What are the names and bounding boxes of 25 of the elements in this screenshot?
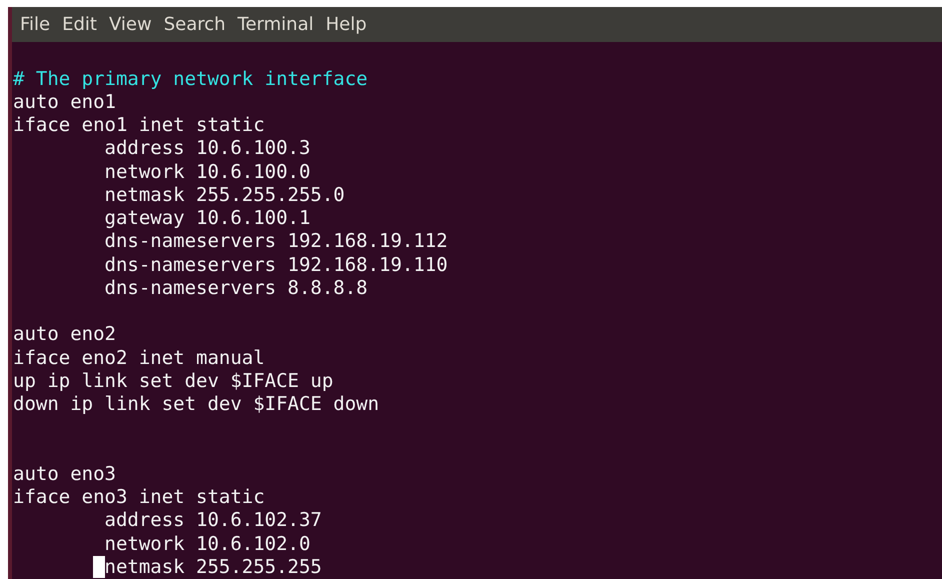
- config-line: dns-nameservers 8.8.8.8: [104, 276, 368, 300]
- config-line: iface eno1 inet static: [13, 114, 265, 138]
- config-line: up ip link set dev $IFACE up: [13, 370, 334, 393]
- config-line: iface eno2 inet manual: [13, 346, 265, 370]
- config-line: netmask 255.255.255.0: [104, 184, 345, 207]
- menu-item[interactable]: Help: [326, 11, 367, 38]
- menu-item[interactable]: File: [20, 11, 50, 38]
- config-line: dns-nameservers 192.168.19.110: [104, 254, 448, 277]
- config-line: address 10.6.100.3: [104, 137, 310, 160]
- config-line: auto eno1: [13, 90, 116, 114]
- config-line: netmask 255.255.255: [104, 556, 322, 579]
- menu-item[interactable]: Terminal: [238, 11, 314, 38]
- config-line: auto eno2: [13, 323, 116, 346]
- config-line: dns-nameservers 192.168.19.112: [104, 230, 448, 254]
- menu-item[interactable]: Edit: [62, 11, 97, 38]
- config-line: network 10.6.100.0: [104, 160, 310, 184]
- config-line: address 10.6.102.37: [104, 509, 322, 532]
- menu-item[interactable]: Search: [164, 11, 226, 38]
- config-line: down ip link set dev $IFACE down: [13, 393, 380, 416]
- config-line: iface eno3 inet static: [13, 486, 265, 510]
- config-line: auto eno3: [13, 462, 116, 486]
- comment-line: # The primary network interface: [13, 68, 368, 91]
- config-line: network 10.6.102.0: [104, 532, 310, 556]
- config-line: gateway 10.6.100.1: [104, 207, 310, 230]
- menu-item[interactable]: View: [108, 11, 152, 38]
